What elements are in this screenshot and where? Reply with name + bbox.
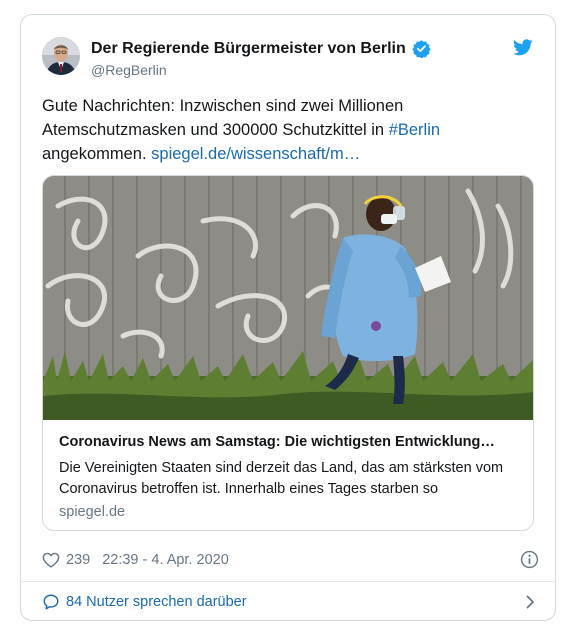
link-card-description: Die Vereinigten Staaten sind derzeit das… [59, 460, 504, 497]
tweet-meta-row: 239 22:39 - 4. Apr. 2020 [42, 549, 539, 571]
speech-bubble-icon [43, 594, 59, 610]
verified-badge-icon [412, 39, 431, 59]
chevron-right-icon[interactable] [526, 595, 535, 609]
info-icon[interactable] [520, 550, 539, 569]
article-photo[interactable] [43, 176, 534, 420]
hashtag-link[interactable]: #Berlin [389, 121, 440, 139]
tweet-embed-card[interactable]: Der Regierende Bürgermeister von Berlin … [20, 14, 556, 621]
tweet-text-line: Atemschutzmasken und 300000 Schutzkittel… [42, 118, 537, 142]
avatar[interactable] [42, 37, 80, 75]
tweet-text-line: angekommen. spiegel.de/wissenschaft/m… [42, 142, 537, 166]
link-card-title[interactable]: Coronavirus News am Samstag: Die wichtig… [59, 434, 519, 450]
like-count[interactable]: 239 [66, 552, 90, 568]
conversation-link[interactable]: 84 Nutzer sprechen darüber [42, 591, 539, 613]
divider [21, 581, 555, 582]
article-url-link[interactable]: spiegel.de/wissenschaft/m… [151, 145, 360, 163]
avatar-portrait-icon [42, 37, 80, 75]
tweet-text: Gute Nachrichten: Inzwischen sind zwei M… [42, 94, 537, 166]
heart-icon[interactable] [42, 552, 60, 568]
tweet-timestamp[interactable]: 22:39 - 4. Apr. 2020 [102, 552, 229, 568]
tweet-text-segment: angekommen. [42, 145, 152, 163]
conversation-label[interactable]: 84 Nutzer sprechen darüber [66, 594, 247, 610]
author-handle[interactable]: @RegBerlin [91, 62, 167, 78]
tweet-text-segment: Atemschutzmasken und 300000 Schutzkittel… [42, 121, 389, 139]
author-name[interactable]: Der Regierende Bürgermeister von Berlin [91, 40, 406, 58]
twitter-bird-icon[interactable] [513, 39, 533, 56]
link-card-domain: spiegel.de [59, 504, 126, 520]
link-preview-card[interactable]: Coronavirus News am Samstag: Die wichtig… [42, 175, 534, 531]
tweet-text-line: Gute Nachrichten: Inzwischen sind zwei M… [42, 97, 404, 115]
author-name-row[interactable]: Der Regierende Bürgermeister von Berlin [91, 39, 431, 59]
